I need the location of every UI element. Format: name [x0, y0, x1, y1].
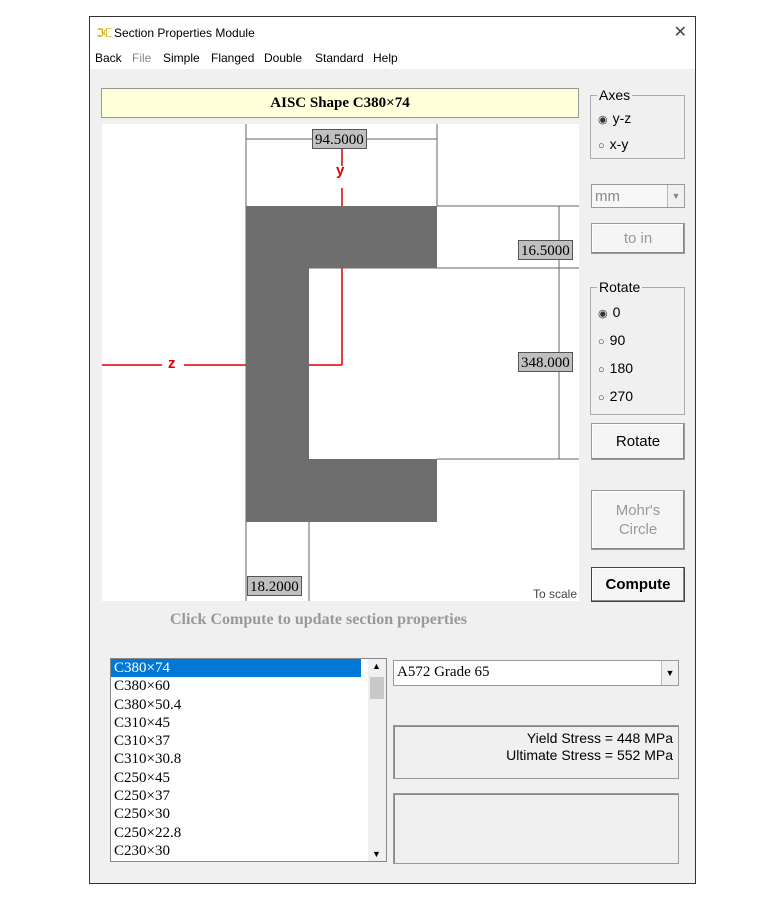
menu-back[interactable]: Back — [95, 51, 122, 65]
rotate-option-label: 90 — [609, 332, 626, 348]
bottom-flange — [246, 459, 437, 522]
radio-unchecked-icon: ○ — [598, 364, 605, 376]
mohrs-circle-line1: Mohr's — [615, 502, 661, 519]
scroll-thumb[interactable] — [370, 677, 384, 699]
shape-list-item[interactable]: C310×30.8 — [111, 750, 361, 768]
shape-list-item[interactable]: C250×22.8 — [111, 824, 361, 842]
y-axis-label: y — [336, 162, 345, 179]
shape-list-item[interactable]: C250×37 — [111, 787, 361, 805]
section-properties-window: ℑℂ Section Properties Module ✕ Back File… — [89, 16, 696, 884]
mohrs-circle-button[interactable]: Mohr's Circle — [591, 490, 685, 550]
units-value: mm — [595, 188, 620, 205]
rotate-radio-180[interactable]: ○ 180 — [598, 360, 633, 376]
shape-list-item[interactable]: C310×37 — [111, 732, 361, 750]
shape-list-item[interactable]: C310×45 — [111, 714, 361, 732]
flange-thickness-dimension: 16.5000 — [518, 240, 573, 260]
convert-units-button[interactable]: to in — [591, 223, 685, 254]
web-thickness-dimension: 18.2000 — [247, 576, 302, 596]
material-properties-box: Yield Stress = 448 MPa Ultimate Stress =… — [393, 725, 679, 779]
rotate-radio-90[interactable]: ○ 90 — [598, 332, 625, 348]
radio-unchecked-icon: ○ — [598, 336, 605, 348]
menu-help[interactable]: Help — [373, 51, 398, 65]
units-select[interactable]: mm ▼ — [591, 184, 685, 208]
axes-option-label: x-y — [609, 136, 629, 152]
top-flange — [246, 206, 437, 268]
rotate-option-label: 0 — [612, 304, 621, 320]
shape-list-item[interactable]: C380×74 — [111, 659, 361, 678]
menu-flanged[interactable]: Flanged — [211, 51, 254, 65]
radio-checked-icon: ◉ — [598, 308, 608, 320]
menu-standard[interactable]: Standard — [315, 51, 364, 65]
axes-option-label: y-z — [612, 110, 632, 126]
axes-group: Axes ◉ y-z ○ x-y — [590, 87, 685, 159]
radio-unchecked-icon: ○ — [598, 392, 605, 404]
rotate-option-label: 270 — [609, 388, 634, 404]
chevron-down-icon: ▼ — [667, 185, 684, 207]
menu-bar: Back File Simple Flanged Double Standard… — [90, 47, 695, 69]
axes-group-label: Axes — [597, 87, 633, 103]
chevron-down-icon: ▼ — [661, 661, 678, 685]
menu-simple[interactable]: Simple — [163, 51, 200, 65]
list-scrollbar[interactable]: ▲ ▼ — [368, 659, 386, 861]
mohrs-circle-line2: Circle — [618, 521, 658, 538]
web — [246, 268, 309, 459]
radio-checked-icon: ◉ — [598, 114, 608, 126]
shape-header: AISC Shape C380×74 — [101, 88, 579, 118]
close-icon[interactable]: ✕ — [674, 22, 687, 42]
radio-unchecked-icon: ○ — [598, 140, 605, 152]
z-axis-label: z — [168, 355, 176, 372]
shape-list-item[interactable]: C250×30 — [111, 805, 361, 823]
window-title: Section Properties Module — [114, 26, 255, 40]
shape-list[interactable]: C380×74 C380×60 C380×50.4 C310×45 C310×37 C31… — [110, 658, 387, 862]
axes-radio-y-z[interactable]: ◉ y-z — [598, 110, 631, 126]
shape-list-item[interactable]: C230×30 — [111, 842, 361, 860]
menu-file[interactable]: File — [132, 51, 151, 65]
scroll-up-icon[interactable]: ▲ — [372, 661, 381, 671]
scroll-down-icon[interactable]: ▼ — [372, 849, 381, 859]
shape-list-item[interactable]: C380×50.4 — [111, 696, 361, 714]
flange-width-dimension: 94.5000 — [312, 129, 367, 149]
shape-list-items: C380×74 C380×60 C380×50.4 C310×45 C310×37 C31… — [111, 659, 386, 860]
rotate-button[interactable]: Rotate — [591, 423, 685, 460]
status-message: Click Compute to update section properti… — [170, 611, 468, 628]
rotate-group: Rotate ◉ 0 ○ 90 ○ 180 ○ 270 — [590, 279, 685, 415]
app-logo-icon: ℑℂ — [96, 26, 112, 40]
axes-radio-x-y[interactable]: ○ x-y — [598, 136, 628, 152]
rotate-group-label: Rotate — [597, 279, 643, 295]
rotate-radio-0[interactable]: ◉ 0 — [598, 304, 620, 320]
material-value: A572 Grade 65 — [397, 664, 490, 680]
shape-list-item[interactable]: C250×45 — [111, 769, 361, 787]
depth-dimension: 348.000 — [518, 352, 573, 372]
section-drawing: y z 94.5000 16.5000 348.000 18.2000 To s… — [102, 124, 579, 601]
compute-button[interactable]: Compute — [591, 567, 685, 602]
rotate-radio-270[interactable]: ○ 270 — [598, 388, 633, 404]
material-select[interactable]: A572 Grade 65 ▼ — [393, 660, 679, 686]
ultimate-stress: Ultimate Stress = 552 MPa — [506, 747, 673, 763]
shape-list-item[interactable]: C380×60 — [111, 677, 361, 695]
title-bar: ℑℂ Section Properties Module ✕ — [90, 17, 695, 47]
yield-stress: Yield Stress = 448 MPa — [526, 730, 673, 746]
scale-note: To scale — [533, 587, 578, 601]
notes-box — [393, 793, 679, 864]
rotate-option-label: 180 — [609, 360, 634, 376]
menu-double[interactable]: Double — [264, 51, 302, 65]
